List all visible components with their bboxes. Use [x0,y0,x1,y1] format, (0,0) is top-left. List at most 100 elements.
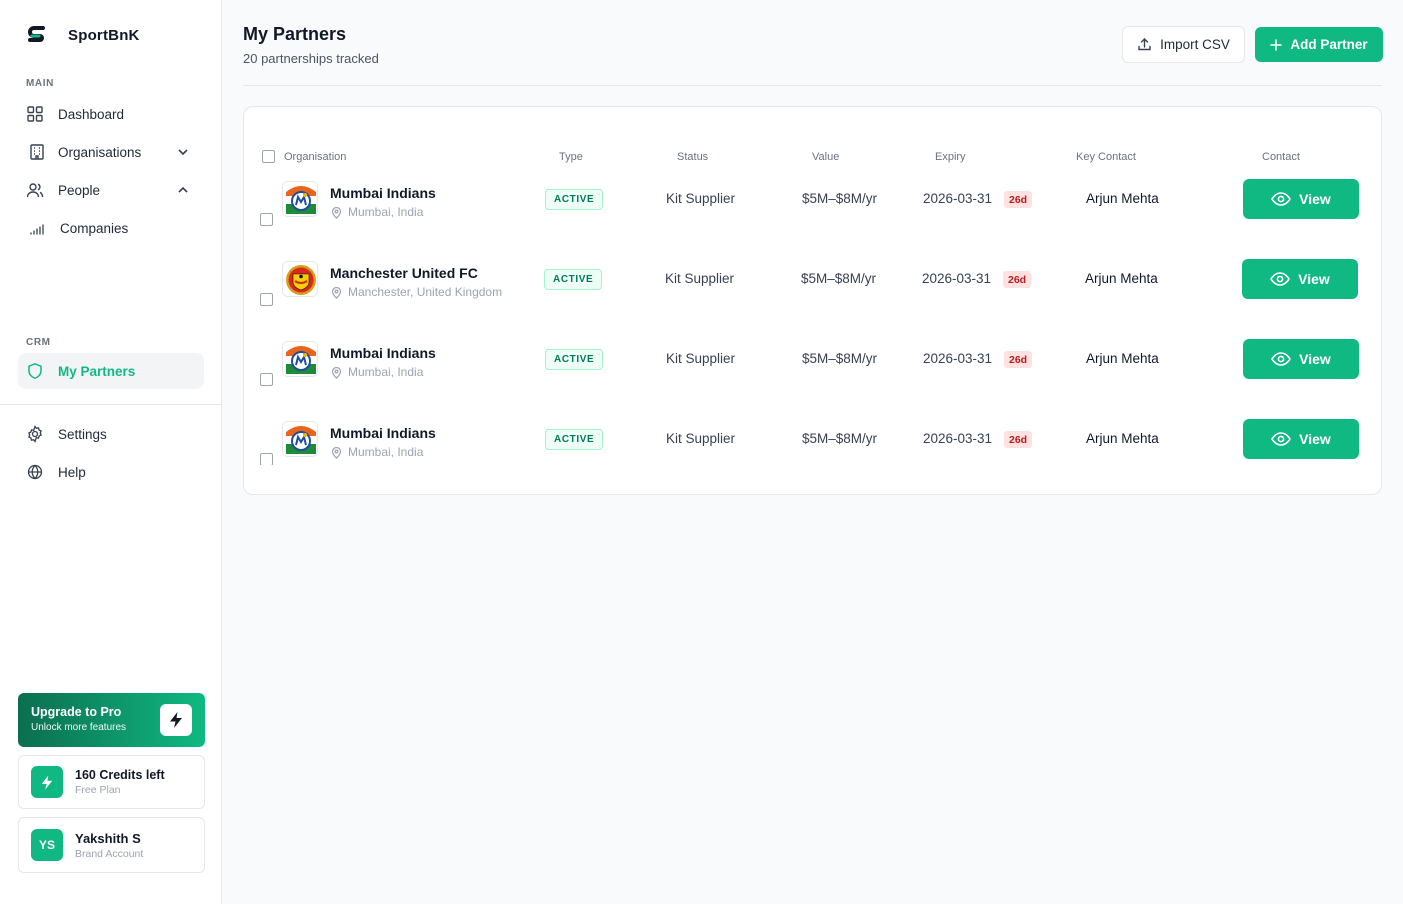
globe-icon [27,464,43,480]
location-pin-icon [331,286,342,299]
user-card[interactable]: YS Yakshith S Brand Account [18,817,205,873]
section-label-main: MAIN [26,78,54,89]
sidebar-item-organisations[interactable]: Organisations [18,134,204,170]
column-header-expiry[interactable]: Expiry [935,151,966,163]
gear-icon [28,425,42,443]
lightning-icon [170,712,182,728]
users-icon [26,183,44,198]
view-button[interactable]: View [1243,339,1359,379]
sidebar-item-companies[interactable]: Companies [18,210,204,246]
column-header-organisation[interactable]: Organisation [284,151,346,163]
sidebar-item-label: Settings [58,426,107,442]
org-name[interactable]: Manchester United FC [330,265,478,281]
sidebar-item-my-partners[interactable]: My Partners [18,353,204,389]
view-button[interactable]: View [1243,179,1359,219]
days-left-badge: 26d [1004,431,1033,448]
sidebar-item-label: People [58,182,101,198]
partners-table: Organisation Type Status Value Expiry Ke… [243,106,1382,495]
section-label-crm: CRM [26,337,51,348]
credits-plan: Free Plan [75,784,121,796]
brand[interactable]: SportBnK [26,24,140,46]
sidebar-item-people[interactable]: People [18,172,204,208]
manchester-united-logo [283,262,317,296]
sidebar-item-label: Dashboard [58,106,125,122]
user-role: Brand Account [75,847,144,860]
org-logo [282,181,318,217]
view-button-label: View [1298,271,1330,287]
status-cell: Kit Supplier [666,191,736,206]
mumbai-indians-logo [283,422,317,456]
value-cell: $5M–$8M/yr [801,271,877,286]
sidebar-item-label: My Partners [58,363,136,379]
chevron-down-icon[interactable] [176,145,190,159]
table-body: Mumbai Indians Mumbai, India ACTIVE Kit Sup… [244,167,1381,465]
select-all-checkbox[interactable] [262,150,275,163]
shield-icon [28,362,42,379]
mumbai-indians-logo [283,182,317,216]
expiry-cell: 2026-03-31 [923,191,993,206]
chevron-up-icon[interactable] [176,183,190,197]
mumbai-indians-logo [283,342,317,376]
value-cell: $5M–$8M/yr [802,431,878,446]
bar-chart-icon [30,224,44,235]
sidebar-item-help[interactable]: Help [18,454,204,490]
org-logo [282,261,318,297]
sidebar-item-dashboard[interactable]: Dashboard [18,96,204,132]
table-row[interactable]: Manchester United FC Manchester, United K… [244,247,1381,327]
row-checkbox[interactable] [260,293,273,306]
eye-icon [1271,352,1292,366]
days-left-badge: 26d [1003,271,1032,288]
add-partner-button[interactable]: Add Partner [1255,27,1383,62]
upload-icon [1138,38,1151,51]
org-location: Mumbai, India [330,205,423,219]
days-left-badge: 26d [1004,351,1033,368]
sidebar-divider [0,404,221,405]
column-header-type[interactable]: Type [559,151,583,163]
org-logo [282,421,318,457]
add-partner-label: Add Partner [1290,37,1368,52]
view-button[interactable]: View [1243,419,1359,459]
status-cell: Kit Supplier [666,431,736,446]
org-name[interactable]: Mumbai Indians [330,345,436,361]
expiry-cell: 2026-03-31 [923,431,993,446]
eye-icon [1270,272,1291,286]
import-csv-button[interactable]: Import CSV [1122,26,1245,63]
row-checkbox[interactable] [260,453,273,465]
lightning-icon [41,775,53,789]
upgrade-card[interactable]: Upgrade to Pro Unlock more features [18,693,205,747]
org-name[interactable]: Mumbai Indians [330,185,436,201]
org-location-text: Manchester, United Kingdom [348,285,503,299]
row-checkbox[interactable] [260,373,273,386]
view-button[interactable]: View [1242,259,1358,299]
plus-icon [1270,38,1283,51]
org-logo [282,341,318,377]
page-title: My Partners [243,24,347,44]
column-header-contact[interactable]: Contact [1262,151,1300,163]
org-location-text: Mumbai, India [348,445,424,459]
expiry-cell: 2026-03-31 [922,271,992,286]
eye-icon [1271,192,1292,206]
table-row[interactable]: Mumbai Indians Mumbai, India ACTIVE Kit Sup… [244,167,1381,247]
table-row[interactable]: Mumbai Indians Mumbai, India ACTIVE Kit Sup… [244,407,1381,465]
sidebar-item-settings[interactable]: Settings [18,416,204,452]
location-pin-icon [331,446,342,459]
row-checkbox[interactable] [260,213,273,226]
status-badge: ACTIVE [545,349,604,370]
view-button-label: View [1299,351,1331,367]
user-name: Yakshith S [75,830,141,846]
page-subtitle: 20 partnerships tracked [243,51,379,66]
credits-icon-box [31,766,63,798]
location-pin-icon [331,206,342,219]
org-location: Mumbai, India [330,365,423,379]
column-header-value[interactable]: Value [812,151,839,163]
column-header-key-contact[interactable]: Key Contact [1076,151,1136,163]
header-divider [243,85,1382,86]
table-row[interactable]: Mumbai Indians Mumbai, India ACTIVE Kit Sup… [244,327,1381,407]
upgrade-bolt-button[interactable] [160,704,192,736]
credits-card[interactable]: 160 Credits left Free Plan [18,755,205,809]
org-name[interactable]: Mumbai Indians [330,425,436,441]
key-contact-cell: Arjun Mehta [1086,431,1159,446]
column-header-status[interactable]: Status [677,151,708,163]
location-pin-icon [331,366,342,379]
expiry-cell: 2026-03-31 [923,351,993,366]
